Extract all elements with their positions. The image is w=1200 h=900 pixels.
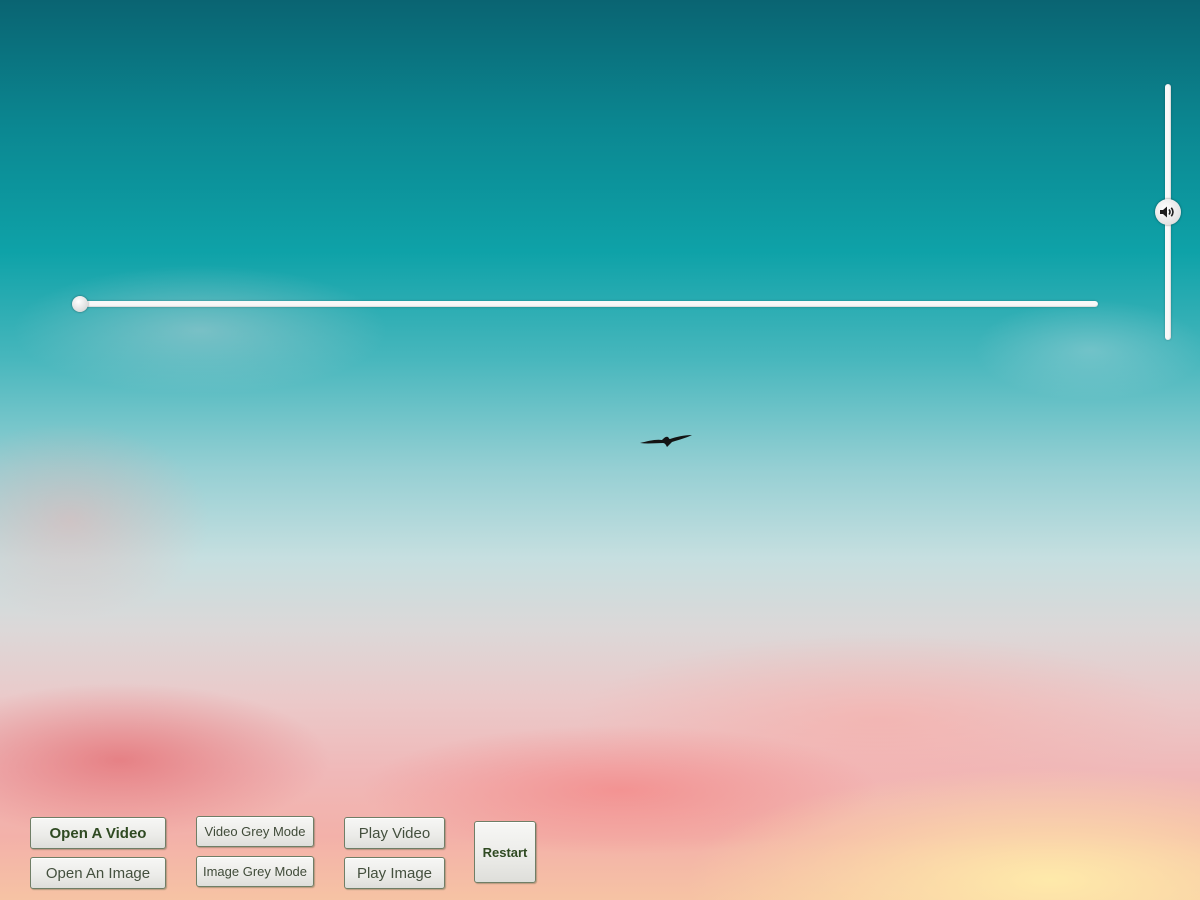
seek-slider[interactable]	[72, 296, 1102, 312]
play-image-button[interactable]: Play Image	[344, 857, 445, 889]
seek-slider-track[interactable]	[76, 301, 1098, 307]
bird-silhouette-image	[640, 435, 692, 447]
seek-slider-thumb[interactable]	[72, 296, 88, 312]
speaker-volume-icon	[1160, 206, 1174, 218]
play-video-button[interactable]: Play Video	[344, 817, 445, 849]
video-grey-mode-button[interactable]: Video Grey Mode	[196, 816, 314, 847]
image-grey-mode-button[interactable]: Image Grey Mode	[196, 856, 314, 887]
open-video-button[interactable]: Open A Video	[30, 817, 166, 849]
volume-slider-thumb[interactable]	[1155, 199, 1181, 225]
volume-slider[interactable]	[1155, 84, 1181, 340]
restart-button[interactable]: Restart	[474, 821, 536, 883]
video-player-window: Open A Video Open An Image Video Grey Mo…	[0, 0, 1200, 900]
open-image-button[interactable]: Open An Image	[30, 857, 166, 889]
